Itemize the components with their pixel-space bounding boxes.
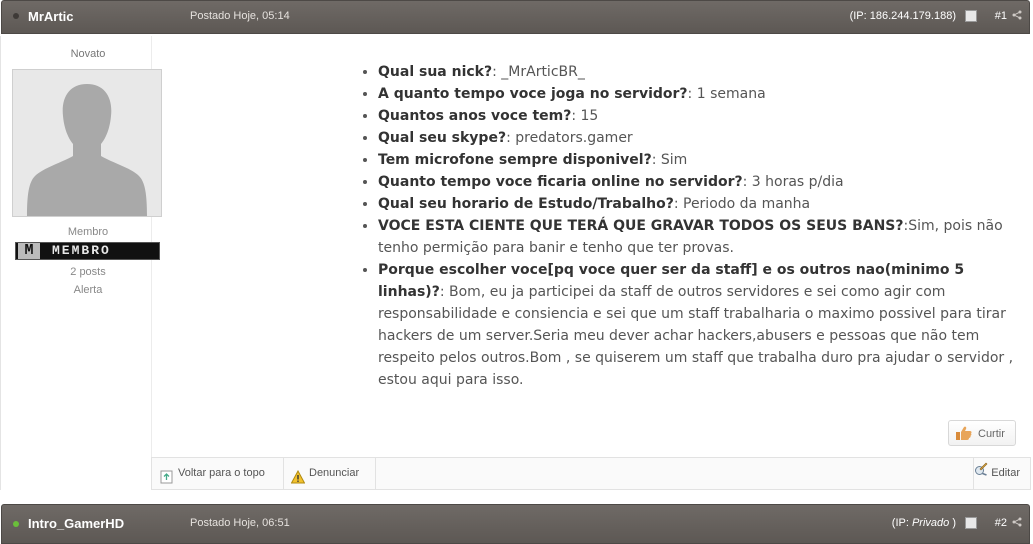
ip-value: Privado	[911, 517, 950, 529]
answer: : Periodo da manha	[673, 196, 811, 212]
question: Tem microfone sempre disponivel?	[378, 152, 652, 168]
post-ip: (IP: 186.244.179.188)	[850, 10, 956, 22]
ip-prefix: (IP:	[849, 10, 870, 22]
post-header-2: Intro_GamerHD Postado Hoje, 06:51 (IP: P…	[1, 504, 1030, 544]
answer: : Bom, eu ja participei da staff de outr…	[378, 284, 1014, 388]
question: Qual seu skype?	[378, 130, 507, 146]
post-author-link[interactable]: MrArtic	[28, 9, 74, 24]
post-ip: (IP: Privado )	[892, 517, 956, 529]
warn-link[interactable]: Alerta	[0, 284, 176, 296]
badge-letter: M	[18, 243, 40, 259]
list-item: Quantos anos voce tem?: 15	[378, 105, 1020, 127]
member-group-badge: M MEMBRO	[15, 242, 160, 260]
question: A quanto tempo voce joga no servidor?	[378, 86, 688, 102]
post-date: Postado Hoje, 05:14	[190, 10, 290, 22]
answers-list: Qual sua nick?: _MrArticBR_ A quanto tem…	[360, 61, 1020, 391]
report-button[interactable]: Denunciar	[283, 458, 376, 489]
back-to-top-button[interactable]: Voltar para o topo	[152, 458, 284, 489]
post-controls: Voltar para o topo Denunciar Editar	[151, 457, 1031, 490]
post-content: Qual sua nick?: _MrArticBR_ A quanto tem…	[360, 61, 1020, 391]
warning-icon	[290, 466, 306, 484]
page-up-icon	[160, 466, 174, 484]
avatar[interactable]	[12, 69, 162, 217]
list-item: Tem microfone sempre disponivel?: Sim	[378, 149, 1020, 171]
list-item: A quanto tempo voce joga no servidor?: 1…	[378, 83, 1020, 105]
post-count: 2 posts	[70, 266, 106, 278]
list-item: VOCE ESTA CIENTE QUE TERÁ QUE GRAVAR TOD…	[378, 215, 1020, 259]
like-label: Curtir	[978, 428, 1005, 440]
ip-suffix: )	[949, 517, 956, 529]
thumbs-up-icon	[956, 426, 972, 440]
list-item: Qual seu skype?: predators.gamer	[378, 127, 1020, 149]
question: Quantos anos voce tem?	[378, 108, 572, 124]
share-icon[interactable]	[1012, 10, 1022, 23]
ip-prefix: (IP:	[891, 517, 912, 529]
like-button[interactable]: Curtir	[948, 420, 1016, 446]
question: Quanto tempo voce ficaria online no serv…	[378, 174, 743, 190]
post-header-1: MrArtic Postado Hoje, 05:14 (IP: 186.244…	[1, 0, 1030, 34]
badge-text: MEMBRO	[52, 243, 111, 258]
answer: : predators.gamer	[506, 130, 633, 146]
answer: : 3 horas p/dia	[742, 174, 844, 190]
edit-label: Editar	[991, 467, 1020, 479]
share-icon[interactable]	[1012, 517, 1022, 530]
answer: : 15	[571, 108, 599, 124]
post-select-checkbox[interactable]	[965, 10, 977, 22]
answer: : Sim	[651, 152, 688, 168]
post-number-link[interactable]: #1	[995, 10, 1007, 22]
member-rank-title: Novato	[70, 48, 106, 60]
post-date: Postado Hoje, 06:51	[190, 517, 290, 529]
post-number-link[interactable]: #2	[995, 517, 1007, 529]
list-item: Qual seu horario de Estudo/Trabalho?: Pe…	[378, 193, 1020, 215]
edit-icon	[974, 462, 991, 479]
edit-button[interactable]: Editar	[973, 458, 1030, 489]
answer: : _MrArticBR_	[492, 64, 585, 80]
ip-value[interactable]: 186.244.179.188	[870, 10, 953, 22]
answer: : 1 semana	[687, 86, 766, 102]
question: VOCE ESTA CIENTE QUE TERÁ QUE GRAVAR TOD…	[378, 218, 904, 234]
report-label: Denunciar	[309, 467, 360, 479]
ip-suffix: )	[952, 10, 956, 22]
question: Qual sua nick?	[378, 64, 493, 80]
online-status-icon	[13, 521, 19, 527]
question: Qual seu horario de Estudo/Trabalho?	[378, 196, 674, 212]
post-select-checkbox[interactable]	[965, 517, 977, 529]
list-item: Porque escolher voce[pq voce quer ser da…	[378, 259, 1020, 391]
offline-status-icon	[13, 13, 19, 19]
member-group: Membro	[67, 226, 109, 238]
back-to-top-label: Voltar para o topo	[178, 467, 265, 479]
list-item: Qual sua nick?: _MrArticBR_	[378, 61, 1020, 83]
post-author-link[interactable]: Intro_GamerHD	[28, 516, 124, 531]
list-item: Quanto tempo voce ficaria online no serv…	[378, 171, 1020, 193]
